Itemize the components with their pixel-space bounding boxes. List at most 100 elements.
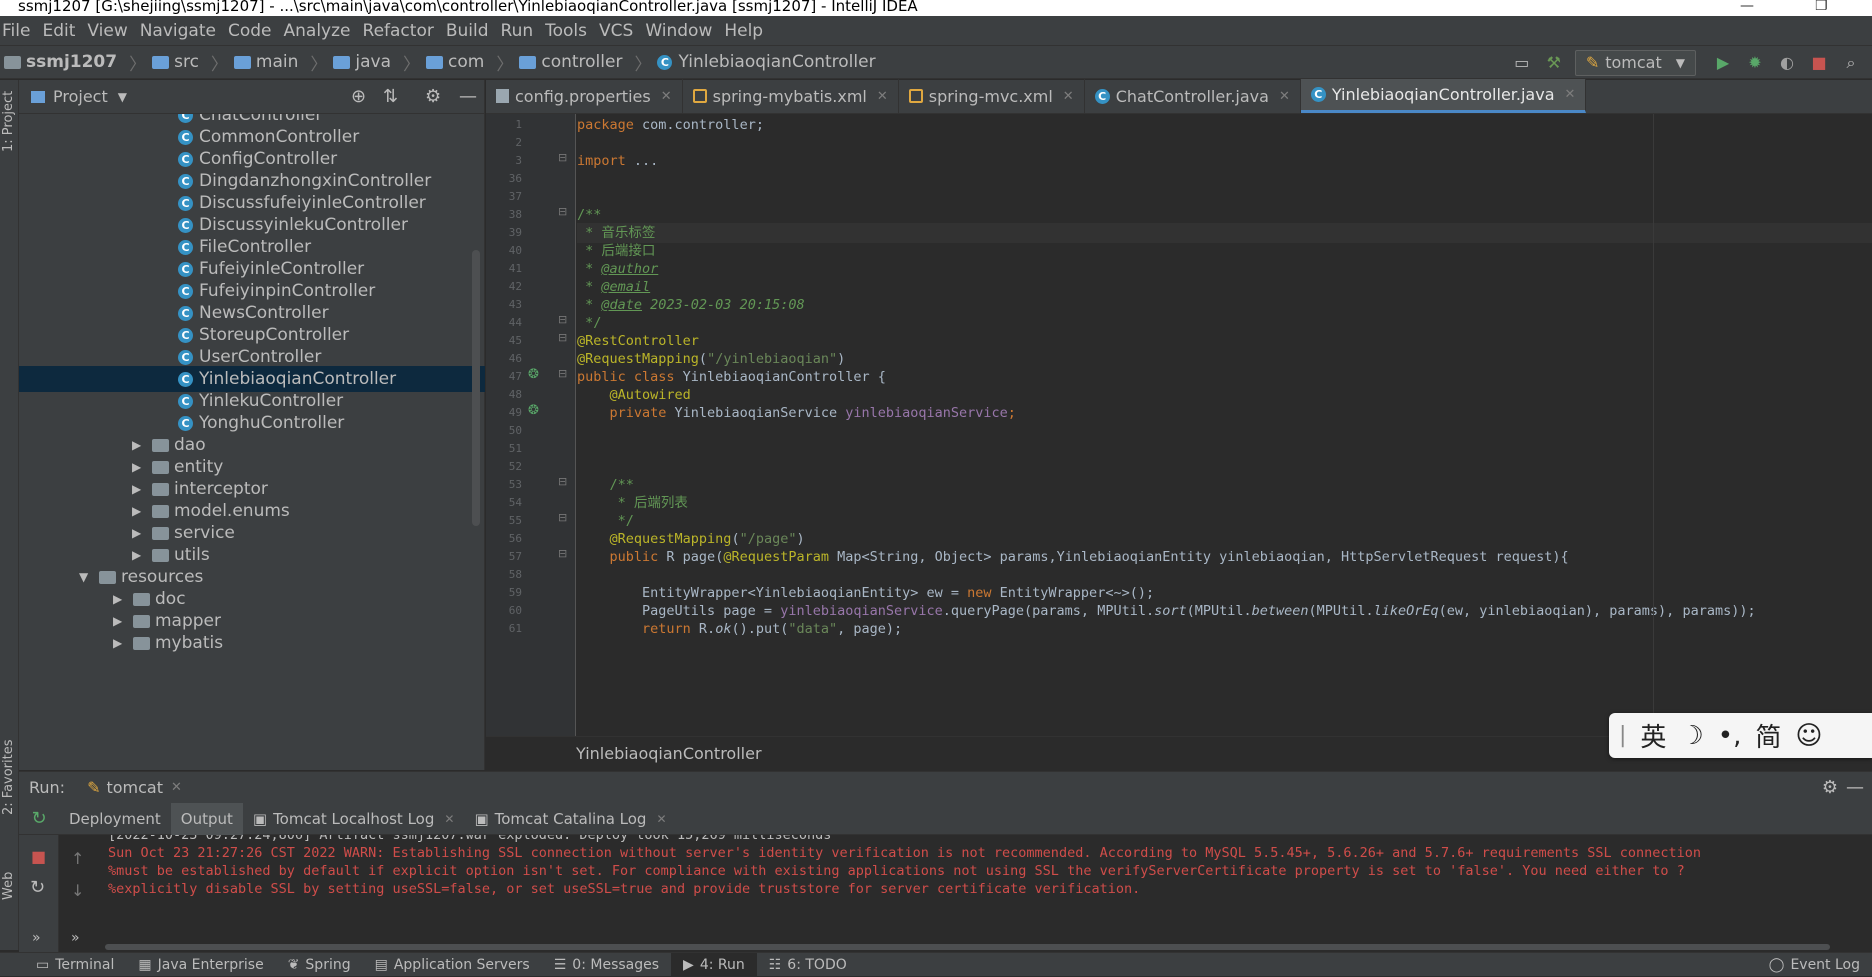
tool-window-button[interactable]: ▶ 4: Run <box>671 952 757 977</box>
editor-tab[interactable]: C YinlebiaoqianController.java ✕ <box>1300 79 1587 113</box>
menu-navigate[interactable]: Navigate <box>140 21 226 41</box>
fold-icon[interactable]: ⊟ <box>558 313 567 326</box>
close-icon[interactable]: ✕ <box>656 812 666 826</box>
menu-tools[interactable]: Tools <box>545 21 597 41</box>
tree-item[interactable]: ▶ mybatis <box>19 630 485 656</box>
chevron-right-icon[interactable]: ▶ <box>113 636 127 650</box>
tool-window-button[interactable]: ▤ Application Servers <box>363 953 542 977</box>
build-hammer-icon[interactable]: ⚒ <box>1541 51 1567 75</box>
menu-code[interactable]: Code <box>228 21 282 41</box>
fold-icon[interactable]: ⊟ <box>558 475 567 488</box>
stop-icon[interactable]: ■ <box>31 847 46 866</box>
menu-vcs[interactable]: VCS <box>599 21 643 41</box>
chevron-right-icon[interactable]: ▶ <box>132 460 146 474</box>
breadcrumb-item[interactable]: 〉 controller <box>490 50 622 75</box>
breadcrumb-item[interactable]: 〉 com <box>397 50 484 75</box>
tool-window-button[interactable]: ☷ 6: TODO <box>757 953 859 977</box>
ime-button[interactable]: ☽ <box>1680 721 1703 751</box>
chevron-right-icon[interactable]: ▶ <box>132 504 146 518</box>
menu-run[interactable]: Run <box>501 21 544 41</box>
search-icon[interactable]: ⌕ <box>1838 51 1864 75</box>
hide-icon[interactable]: — <box>1846 777 1864 798</box>
project-panel-title[interactable]: Project <box>53 87 108 106</box>
hide-icon[interactable]: — <box>459 86 477 107</box>
coverage-icon[interactable]: ◐ <box>1774 51 1800 75</box>
editor-tab[interactable]: C ChatController.java ✕ <box>1085 79 1301 113</box>
tool-window-button[interactable]: ❦ Spring <box>276 953 363 977</box>
breadcrumb-item[interactable]: 〉 java <box>304 50 391 75</box>
project-scrollbar[interactable] <box>472 250 480 526</box>
rerun-icon[interactable]: ↻ <box>19 808 59 829</box>
chevron-right-icon[interactable]: ▶ <box>132 548 146 562</box>
console-output[interactable]: [2022-10-23 09:27:24,806] Artifact ssmj1… <box>105 835 1872 950</box>
locate-icon[interactable]: ⊕ <box>351 86 366 107</box>
run-icon[interactable]: ▶ <box>1710 51 1736 75</box>
menu-file[interactable]: File <box>2 21 40 41</box>
scroll-down-icon[interactable]: ↓ <box>71 881 84 900</box>
menu-edit[interactable]: Edit <box>42 21 85 41</box>
editor-breadcrumb-label[interactable]: YinlebiaoqianController <box>576 744 762 763</box>
ime-drag-handle[interactable]: | <box>1619 723 1626 748</box>
fold-icon[interactable]: ⊟ <box>558 511 567 524</box>
chevron-down-icon[interactable]: ▼ <box>118 90 127 104</box>
menu-view[interactable]: View <box>87 21 137 41</box>
more-icon[interactable]: » <box>71 930 80 946</box>
run-config-dropdown[interactable]: ✎ tomcat ▼ <box>1574 49 1696 76</box>
tool-window-button[interactable]: ▭ Terminal <box>24 953 126 977</box>
tool-window-button[interactable]: ◯ Event Log <box>1757 953 1872 977</box>
ime-button[interactable]: 简 <box>1755 717 1781 754</box>
close-icon[interactable]: ✕ <box>877 89 888 104</box>
breadcrumb-item[interactable]: 〉 main <box>205 50 298 75</box>
chevron-right-icon[interactable]: ▶ <box>113 592 127 606</box>
ime-button[interactable]: •, <box>1718 721 1742 751</box>
fold-icon[interactable]: ⊟ <box>558 151 567 164</box>
chevron-right-icon[interactable]: ▶ <box>132 438 146 452</box>
run-tab[interactable]: Deployment <box>59 803 171 835</box>
run-tab[interactable]: ▣ Tomcat Catalina Log ✕ <box>464 803 676 835</box>
debug-icon[interactable]: ✹ <box>1742 51 1768 75</box>
ime-button[interactable]: ☺ <box>1795 721 1822 751</box>
chevron-right-icon[interactable]: ▶ <box>132 482 146 496</box>
tool-window-button[interactable]: ☰ 0: Messages <box>542 953 671 977</box>
expand-icon[interactable]: » <box>32 930 41 946</box>
spring-bean-icon[interactable]: ❂ <box>528 367 539 382</box>
scroll-up-icon[interactable]: ↑ <box>71 849 84 868</box>
close-icon[interactable]: ✕ <box>1063 89 1074 104</box>
minimize-icon[interactable]: — <box>1740 0 1754 13</box>
tool-window-button[interactable]: ▦ Java Enterprise <box>126 953 275 977</box>
gear-icon[interactable]: ⚙ <box>1822 777 1838 798</box>
menu-analyze[interactable]: Analyze <box>284 21 361 41</box>
menu-build[interactable]: Build <box>446 21 499 41</box>
close-icon[interactable]: ✕ <box>1279 89 1290 104</box>
fold-icon[interactable]: ⊟ <box>558 547 567 560</box>
console-horizontal-scrollbar[interactable] <box>105 944 1830 950</box>
restore-layout-icon[interactable]: ↻ <box>30 877 45 898</box>
close-icon[interactable]: ✕ <box>444 812 454 826</box>
gear-icon[interactable]: ⚙ <box>425 86 441 107</box>
run-tab[interactable]: Output <box>170 802 243 835</box>
editor-tab[interactable]: config.properties ✕ <box>486 79 683 113</box>
breadcrumb-item[interactable]: 〉 C YinlebiaoqianController <box>628 50 875 75</box>
run-config-tab[interactable]: tomcat <box>106 778 163 797</box>
menu-refactor[interactable]: Refactor <box>363 21 444 41</box>
code-area[interactable]: package com.controller; import ... /** * 音… <box>577 114 1872 736</box>
editor-tab[interactable]: spring-mvc.xml ✕ <box>899 79 1085 113</box>
layout-icon[interactable]: ▭ <box>1509 51 1535 75</box>
spring-bean-icon[interactable]: ❂ <box>528 403 539 418</box>
ime-button[interactable]: 英 <box>1640 717 1666 754</box>
favorites-tool-tab[interactable]: 2: Favorites <box>1 739 16 815</box>
project-tool-tab[interactable]: 1: Project <box>1 91 16 152</box>
close-icon[interactable]: ✕ <box>661 89 672 104</box>
breadcrumb-item[interactable]: 〉 src <box>123 50 199 75</box>
chevron-down-icon[interactable]: ▼ <box>79 570 93 584</box>
menu-help[interactable]: Help <box>724 21 773 41</box>
fold-icon[interactable]: ⊟ <box>558 205 567 218</box>
editor-tab[interactable]: spring-mybatis.xml ✕ <box>683 79 899 113</box>
close-icon[interactable]: ✕ <box>1565 87 1576 102</box>
breadcrumb-item[interactable]: ssmj1207 <box>4 52 117 72</box>
collapse-all-icon[interactable]: ⇅ <box>383 86 398 107</box>
web-tool-tab[interactable]: Web <box>1 872 16 900</box>
chevron-right-icon[interactable]: ▶ <box>132 526 146 540</box>
menu-window[interactable]: Window <box>645 21 722 41</box>
fold-icon[interactable]: ⊟ <box>558 331 567 344</box>
